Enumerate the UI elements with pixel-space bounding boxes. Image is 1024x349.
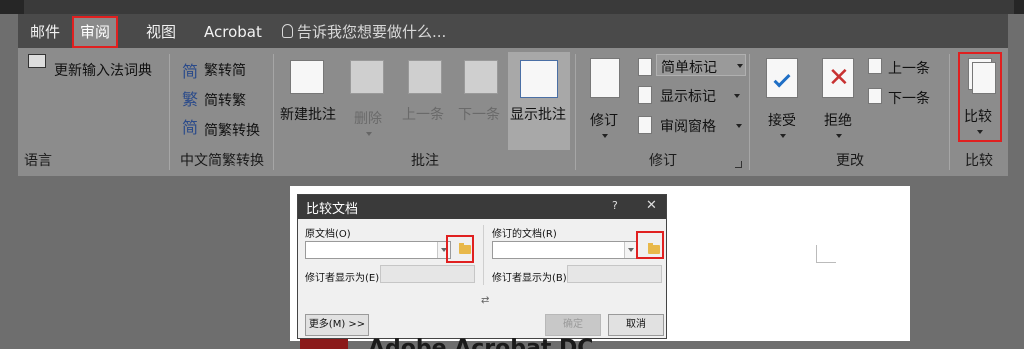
- previous-change-button[interactable]: 上一条: [868, 56, 948, 78]
- tab-view[interactable]: 视图: [140, 18, 182, 46]
- revised-document-label: 修订的文档(R): [492, 229, 557, 240]
- keyboard-icon: [28, 54, 46, 68]
- group-chinese-conversion: 简 繁转简 繁 简转繁 简 简繁转换 中文简繁转换: [170, 48, 274, 176]
- dialog-title: 比较文档: [306, 202, 359, 217]
- group-label-tracking: 修订: [649, 153, 677, 169]
- previous-change-label: 上一条: [888, 61, 930, 77]
- next-change-label: 下一条: [888, 91, 930, 107]
- accept-check-icon: [766, 58, 798, 98]
- original-document-label: 原文档(O): [305, 229, 351, 240]
- group-label-compare: 比较: [965, 153, 993, 169]
- group-compare: 比较 比较: [950, 48, 1008, 176]
- tell-me-text: 告诉我您想要做什么...: [297, 23, 447, 41]
- next-comment-label: 下一条: [458, 107, 500, 123]
- trad-char-icon: 简: [182, 62, 199, 81]
- track-changes-icon: [590, 58, 620, 98]
- next-comment-icon: [464, 60, 498, 94]
- acrobat-logo-icon: [300, 339, 348, 349]
- trad-to-simp-button[interactable]: 繁转简: [204, 60, 246, 80]
- compare-highlight-box: [958, 52, 1002, 142]
- close-button[interactable]: ✕: [646, 198, 657, 213]
- delete-label: 删除: [354, 111, 382, 127]
- new-comment-icon: [290, 60, 324, 94]
- previous-comment-icon: [408, 60, 442, 94]
- compare-documents-dialog: 比较文档 ? ✕ 原文档(O) 修订者显示为(E) 修订的文档(R) 修订者显示…: [297, 194, 667, 339]
- label-changes-left-label: 修订者显示为(E): [305, 273, 380, 284]
- next-change-button[interactable]: 下一条: [868, 86, 948, 108]
- previous-comment-button[interactable]: 上一条: [400, 48, 452, 148]
- new-comment-button[interactable]: 新建批注: [274, 48, 340, 148]
- original-document-combo[interactable]: [305, 241, 451, 259]
- dialog-titlebar: 比较文档 ? ✕: [298, 195, 666, 219]
- group-label-chinese: 中文简繁转换: [180, 153, 264, 169]
- show-comments-label: 显示批注: [510, 107, 566, 123]
- tab-mail[interactable]: 邮件: [24, 18, 66, 46]
- show-markup-dropdown[interactable]: 显示标记: [656, 84, 742, 106]
- revised-document-combo[interactable]: [492, 241, 638, 259]
- update-ime-button[interactable]: 更新输入法词典: [54, 60, 152, 80]
- reviewing-pane-dropdown[interactable]: 审阅窗格: [656, 114, 746, 136]
- tab-acrobat[interactable]: Acrobat: [198, 18, 268, 46]
- conversion-char-icon: 简: [182, 118, 199, 137]
- delete-icon: [350, 60, 384, 94]
- previous-comment-label: 上一条: [402, 107, 444, 123]
- show-markup-label: 显示标记: [660, 89, 716, 105]
- label-changes-right-label: 修订者显示为(B): [492, 273, 567, 284]
- reject-x-icon: ✕: [822, 58, 854, 98]
- more-button[interactable]: 更多(M) >>: [305, 314, 369, 336]
- group-tracking: 修订 简单标记 显示标记 审阅窗格 修订: [576, 48, 750, 176]
- group-changes: 接受 ✕ 拒绝 上一条 下一条 更改: [750, 48, 950, 176]
- simple-markup-label: 简单标记: [661, 60, 717, 76]
- reviewing-pane-label: 审阅窗格: [660, 119, 716, 135]
- conversion-button[interactable]: 简繁转换: [204, 120, 260, 140]
- next-comment-button[interactable]: 下一条: [456, 48, 508, 148]
- simp-to-trad-button[interactable]: 简转繁: [204, 90, 246, 110]
- group-comments: 新建批注 删除 上一条 下一条 显示批注 批注: [274, 48, 576, 176]
- group-label-comments: 批注: [411, 153, 439, 169]
- original-browse-highlight: [446, 235, 474, 263]
- track-changes-button[interactable]: 修订: [576, 48, 634, 148]
- markup-icon: [638, 58, 652, 76]
- reject-label: 拒绝: [824, 113, 852, 129]
- delete-comment-button[interactable]: 删除: [344, 48, 394, 148]
- previous-change-icon: [868, 58, 882, 74]
- background-app-title: Adobe Acrobat DC: [368, 336, 594, 349]
- tell-me-search[interactable]: 告诉我您想要做什么...: [282, 18, 446, 46]
- label-changes-left-field[interactable]: [380, 265, 475, 283]
- show-comments-icon: [520, 60, 558, 98]
- show-comments-button[interactable]: 显示批注: [508, 52, 570, 150]
- tab-review[interactable]: 审阅: [71, 16, 119, 48]
- help-button[interactable]: ?: [612, 199, 618, 212]
- ribbon-tab-bar: 邮件 审阅 视图 Acrobat 告诉我您想要做什么...: [18, 14, 1008, 48]
- lightbulb-icon: [282, 23, 293, 38]
- accept-label: 接受: [768, 113, 796, 129]
- new-comment-label: 新建批注: [280, 107, 336, 123]
- label-changes-right-field[interactable]: [567, 265, 662, 283]
- revised-browse-highlight: [636, 231, 664, 259]
- simple-markup-dropdown[interactable]: 简单标记: [656, 54, 746, 76]
- ribbon: 更新输入法词典 语言 简 繁转简 繁 简转繁 简 简繁转换 中文简繁转换 新建批…: [18, 48, 1008, 176]
- tracking-launcher-icon[interactable]: [735, 161, 742, 168]
- reviewing-pane-icon: [638, 116, 652, 134]
- show-markup-icon: [638, 86, 652, 104]
- accept-button[interactable]: 接受: [756, 48, 808, 148]
- title-strip: [0, 0, 1024, 14]
- reject-button[interactable]: ✕ 拒绝: [812, 48, 864, 148]
- group-label-changes: 更改: [836, 153, 864, 169]
- ok-button[interactable]: 确定: [545, 314, 601, 336]
- group-label-language: 语言: [24, 153, 52, 169]
- track-changes-label: 修订: [590, 113, 618, 129]
- swap-documents-icon[interactable]: ⇄: [481, 295, 489, 306]
- simp-char-icon: 繁: [182, 90, 199, 109]
- margin-mark: [816, 245, 836, 263]
- group-language: 更新输入法词典 语言: [18, 48, 170, 176]
- next-change-icon: [868, 88, 882, 104]
- cancel-button[interactable]: 取消: [608, 314, 664, 336]
